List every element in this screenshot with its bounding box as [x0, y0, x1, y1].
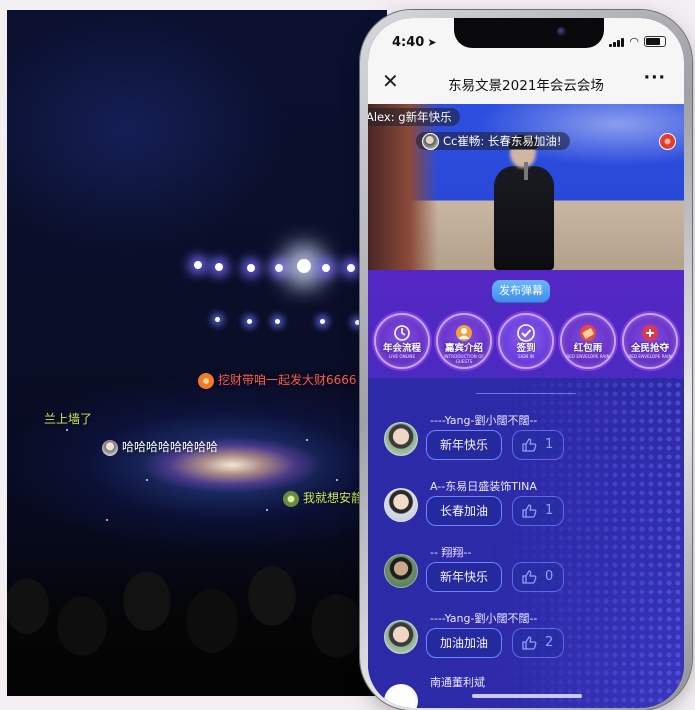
stage-spotlight	[297, 259, 311, 273]
comment-author: ----Yang-劉小闊不闊--	[430, 612, 538, 625]
like-button[interactable]: 1	[512, 496, 564, 526]
comment-author: A--东易日盛装饰TINA	[430, 480, 537, 493]
avatar	[384, 422, 418, 456]
function-panel: 发布弹幕 年会流程 LIVE ONLINE 嘉宾介绍 INTRODUCTION …	[368, 270, 684, 378]
avatar	[384, 620, 418, 654]
stage-light	[247, 319, 252, 324]
stage-light	[275, 264, 283, 272]
danmaku-avatar	[102, 439, 118, 456]
stage-light	[320, 319, 325, 324]
comment-item: 南通董利斌	[384, 672, 674, 708]
thumbs-up-icon	[522, 438, 537, 452]
phone-screen: 4:40➤ ◠ ✕ 东易文景2021年会云会场 ··· Alex: g新年快乐	[368, 18, 684, 708]
thumbs-up-icon	[522, 570, 537, 584]
thumbs-up-icon	[522, 504, 537, 518]
menu-item-sign-in[interactable]: 签到 SIGN IN	[500, 315, 552, 367]
like-button[interactable]: 1	[512, 430, 564, 460]
stage-photo: 挖财带咱一起发大财6666 兰上墙了 哈哈哈哈哈哈哈哈 我就想安静	[7, 10, 387, 696]
avatar	[384, 488, 418, 522]
video-curtain	[368, 104, 438, 270]
like-count: 1	[545, 437, 554, 452]
status-time: 4:40 ➤	[392, 35, 437, 50]
danmaku-avatar	[659, 133, 676, 150]
comment-item: A--东易日盛装饰TINA 长春加油 1	[384, 476, 674, 540]
title-bar: ✕ 东易文景2021年会云会场 ···	[368, 62, 684, 104]
like-count: 0	[545, 569, 554, 584]
live-video-player[interactable]: Alex: g新年快乐 Cc崔畅: 长春东易加油!	[368, 104, 684, 270]
comment-text: 新年快乐	[426, 562, 503, 592]
comment-author: ----Yang-劉小闊不闊--	[430, 414, 538, 427]
more-options-button[interactable]: ···	[644, 68, 666, 88]
function-menu: 年会流程 LIVE ONLINE 嘉宾介绍 INTRODUCTION OF GU…	[376, 315, 676, 367]
stage-light	[322, 264, 330, 272]
location-arrow-icon: ➤	[427, 36, 437, 49]
menu-item-guests[interactable]: 嘉宾介绍 INTRODUCTION OF GUESTS	[438, 315, 490, 367]
stage-light	[347, 264, 355, 272]
phone-notch	[454, 18, 604, 48]
video-danmaku: Cc崔畅: 长春东易加油!	[416, 132, 570, 150]
like-count: 2	[545, 635, 554, 650]
stage-light	[194, 261, 202, 269]
video-danmaku: Alex: g新年快乐	[368, 108, 460, 126]
danmaku-avatar	[283, 490, 299, 507]
camera-icon	[557, 27, 566, 36]
clock-icon	[394, 325, 410, 341]
comment-item: ----Yang-劉小闊不闊-- 加油加油 2	[384, 608, 674, 672]
like-button[interactable]: 2	[512, 628, 564, 658]
menu-item-agenda[interactable]: 年会流程 LIVE ONLINE	[376, 315, 428, 367]
divider	[476, 393, 576, 394]
stage-danmaku: 哈哈哈哈哈哈哈哈	[102, 438, 218, 456]
comment-text: 新年快乐	[426, 430, 503, 460]
comment-author: 南通董利斌	[430, 676, 485, 689]
stage-light	[275, 319, 280, 324]
stage-danmaku: 我就想安静	[283, 489, 363, 507]
comment-item: -- 翔翔-- 新年快乐 0	[384, 542, 674, 606]
comment-author: -- 翔翔--	[430, 546, 472, 559]
avatar	[384, 554, 418, 588]
red-envelope-icon	[580, 325, 596, 341]
speaker-figure	[490, 135, 558, 270]
comment-list[interactable]: ----Yang-劉小闊不闊-- 新年快乐 1 A--东易日盛装饰TINA 长春…	[368, 378, 684, 708]
signal-icon	[609, 37, 625, 47]
comment-text: 长春加油	[426, 496, 503, 526]
wifi-icon: ◠	[629, 34, 639, 48]
menu-item-red-envelope-rain[interactable]: 红包雨 RED ENVELOPE RAIN	[562, 315, 614, 367]
menu-item-grab[interactable]: 全民抢夺 RED ENVELOPE RAIN	[624, 315, 676, 367]
stage-danmaku: 兰上墙了	[44, 412, 93, 426]
grab-icon	[642, 325, 658, 341]
danmaku-avatar	[422, 132, 439, 150]
page-title: 东易文景2021年会云会场	[448, 78, 604, 94]
like-count: 1	[545, 503, 554, 518]
comment-text: 加油加油	[426, 628, 503, 658]
audience-silhouettes	[7, 556, 387, 696]
person-icon	[456, 325, 472, 341]
stage-light	[247, 264, 255, 272]
status-icons: ◠	[609, 36, 666, 47]
stage-danmaku: 挖财带咱一起发大财6666	[198, 371, 357, 389]
like-button[interactable]: 0	[512, 562, 564, 592]
phone-frame: 4:40➤ ◠ ✕ 东易文景2021年会云会场 ··· Alex: g新年快乐	[360, 10, 692, 710]
post-danmaku-button[interactable]: 发布弹幕	[492, 280, 550, 302]
home-indicator	[472, 694, 582, 698]
comment-item: ----Yang-劉小闊不闊-- 新年快乐 1	[384, 410, 674, 474]
thumbs-up-icon	[522, 636, 537, 650]
avatar	[384, 684, 418, 708]
battery-icon	[644, 36, 666, 47]
check-icon	[517, 324, 535, 342]
stage-light	[215, 263, 223, 271]
danmaku-avatar	[198, 372, 214, 389]
stage-light	[215, 317, 220, 322]
